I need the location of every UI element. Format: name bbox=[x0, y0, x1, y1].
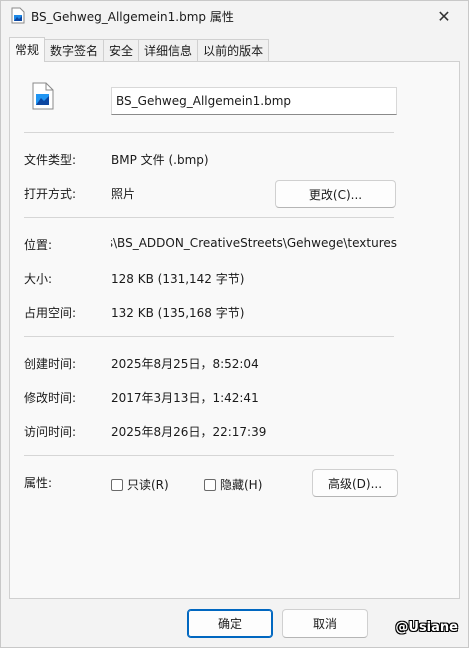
location-label: 位置: bbox=[24, 238, 53, 252]
separator bbox=[24, 455, 394, 456]
tab-digital-signatures[interactable]: 数字签名 bbox=[44, 39, 105, 62]
created-value: 2025年8月25日，8:52:04 bbox=[111, 357, 259, 371]
readonly-checkbox[interactable]: 只读(R) bbox=[111, 476, 169, 493]
tab-general[interactable]: 常规 bbox=[9, 37, 46, 62]
created-label: 创建时间: bbox=[24, 357, 77, 371]
close-button[interactable]: ✕ bbox=[424, 1, 464, 31]
separator bbox=[24, 217, 394, 218]
properties-dialog: BS_Gehweg_Allgemein1.bmp 属性 ✕ 常规 数字签名 安全… bbox=[0, 0, 469, 648]
image-file-icon bbox=[11, 7, 25, 24]
tab-details[interactable]: 详细信息 bbox=[138, 39, 199, 62]
title-bar: BS_Gehweg_Allgemein1.bmp 属性 ✕ bbox=[1, 1, 468, 31]
general-panel: 文件类型: BMP 文件 (.bmp) 打开方式: 照片 更改(C)... 位置… bbox=[9, 61, 460, 599]
modified-label: 修改时间: bbox=[24, 391, 77, 405]
image-file-icon bbox=[32, 82, 54, 110]
accessed-label: 访问时间: bbox=[24, 425, 77, 439]
open-with-value: 照片 bbox=[111, 187, 136, 201]
change-button[interactable]: 更改(C)... bbox=[275, 180, 396, 208]
size-on-disk-label: 占用空间: bbox=[24, 306, 77, 320]
readonly-label: 只读(R) bbox=[127, 478, 169, 492]
filename-input[interactable] bbox=[111, 87, 397, 115]
separator bbox=[24, 336, 394, 337]
hidden-checkbox[interactable]: 隐藏(H) bbox=[204, 476, 262, 493]
hidden-box[interactable] bbox=[204, 478, 216, 491]
tab-security[interactable]: 安全 bbox=[103, 39, 140, 62]
hidden-label: 隐藏(H) bbox=[220, 478, 263, 492]
watermark: @Usiane bbox=[395, 620, 458, 635]
advanced-button[interactable]: 高级(D)... bbox=[312, 469, 398, 497]
size-value: 128 KB (131,142 字节) bbox=[111, 272, 245, 286]
cancel-button[interactable]: 取消 bbox=[282, 609, 368, 638]
window-title: BS_Gehweg_Allgemein1.bmp 属性 bbox=[31, 10, 234, 24]
attributes-label: 属性: bbox=[24, 476, 53, 490]
close-icon: ✕ bbox=[437, 6, 451, 26]
separator bbox=[24, 132, 394, 133]
size-on-disk-value: 132 KB (135,168 字节) bbox=[111, 306, 245, 320]
tab-strip: 常规 数字签名 安全 详细信息 以前的版本 bbox=[9, 37, 270, 62]
file-type-label: 文件类型: bbox=[24, 153, 77, 167]
location-value[interactable]: nes\BS_ADDON_CreativeStreets\Gehwege\tex… bbox=[111, 236, 397, 250]
open-with-label: 打开方式: bbox=[24, 187, 77, 201]
size-label: 大小: bbox=[24, 272, 53, 286]
modified-value: 2017年3月13日，1:42:41 bbox=[111, 391, 259, 405]
file-type-value: BMP 文件 (.bmp) bbox=[111, 153, 209, 167]
readonly-box[interactable] bbox=[111, 478, 123, 491]
accessed-value: 2025年8月26日，22:17:39 bbox=[111, 425, 267, 439]
ok-button[interactable]: 确定 bbox=[187, 609, 273, 638]
location-path: \BS_ADDON_CreativeStreets\Gehwege\textur… bbox=[113, 236, 397, 250]
tab-previous-versions[interactable]: 以前的版本 bbox=[197, 39, 270, 62]
